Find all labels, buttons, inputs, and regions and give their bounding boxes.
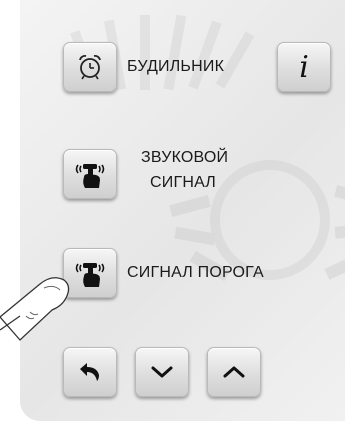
info-button[interactable]: i bbox=[277, 42, 331, 92]
threshold-signal-button[interactable] bbox=[63, 248, 117, 298]
device-screen: БУДИЛЬНИК i ЗВУКОВОЙ СИГНАЛ СИГНАЛ ПОРОГ… bbox=[0, 0, 345, 421]
alarm-clock-icon bbox=[79, 55, 101, 80]
sound-signal-label-line1: ЗВУКОВОЙ bbox=[141, 149, 229, 166]
sound-signal-label-line2: СИГНАЛ bbox=[150, 174, 216, 191]
sound-signal-button[interactable] bbox=[63, 149, 117, 199]
chevron-down-icon bbox=[151, 366, 173, 378]
chevron-up-icon bbox=[223, 366, 245, 378]
down-button[interactable] bbox=[135, 347, 189, 397]
hand-tap-sound-icon bbox=[75, 263, 105, 287]
alarm-button[interactable] bbox=[63, 42, 117, 92]
back-button[interactable] bbox=[63, 347, 117, 397]
up-button[interactable] bbox=[207, 347, 261, 397]
threshold-signal-label: СИГНАЛ ПОРОГА bbox=[127, 264, 264, 281]
info-icon: i bbox=[299, 49, 309, 85]
alarm-label: БУДИЛЬНИК bbox=[127, 58, 225, 75]
hand-tap-sound-icon bbox=[75, 164, 105, 188]
back-arrow-icon bbox=[80, 363, 99, 381]
